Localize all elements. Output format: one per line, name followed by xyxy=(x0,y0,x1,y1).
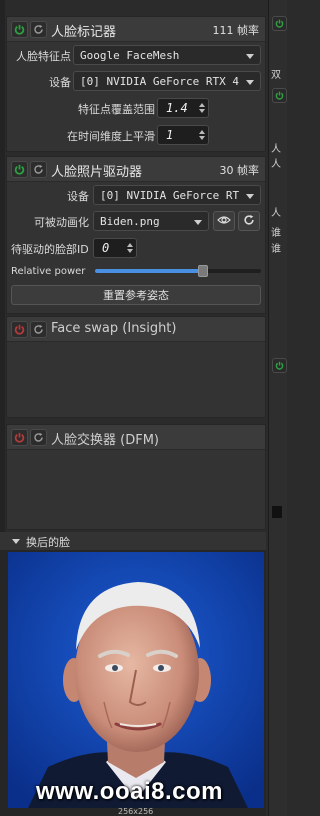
device-select[interactable]: [0] NVIDIA GeForce RTX 4 xyxy=(73,71,261,91)
face-swap-dfm-panel: 人脸交换器 (DFM) xyxy=(6,424,266,530)
power-button[interactable] xyxy=(11,21,28,38)
panel-title: 人脸标记器 xyxy=(51,25,117,40)
smoothing-spinbox[interactable]: 1 xyxy=(157,125,209,145)
panel-title: Face swap (Insight) xyxy=(51,321,177,336)
reload-button[interactable] xyxy=(30,321,47,338)
power-button[interactable] xyxy=(11,161,28,178)
coverage-value: 1.4 xyxy=(166,101,188,115)
right-strip-text-2: 人 xyxy=(271,144,281,155)
device-value: [0] NVIDIA GeForce RT xyxy=(100,189,240,202)
reload-animatable-button[interactable] xyxy=(238,211,260,231)
relative-power-label: Relative power xyxy=(11,266,86,277)
spin-down-icon[interactable] xyxy=(199,136,205,140)
power-on-icon xyxy=(14,24,25,35)
landmarks-select[interactable]: Google FaceMesh xyxy=(73,45,261,65)
landmarks-label: 人脸特征点 xyxy=(16,50,71,63)
collapse-arrow-icon[interactable] xyxy=(12,539,20,544)
spin-down-icon[interactable] xyxy=(127,249,133,253)
face-swap-dfm-header: 人脸交换器 (DFM) xyxy=(7,425,265,450)
right-strip-text-1: 双 xyxy=(271,70,281,81)
slider-handle[interactable] xyxy=(197,265,208,277)
face-id-spinbox[interactable]: 0 xyxy=(93,238,137,258)
refresh-icon xyxy=(243,214,255,229)
face-animator-header: 人脸照片驱动器 30 帧率 xyxy=(7,157,265,182)
right-strip-text-5: 谁 xyxy=(271,228,281,239)
fps-indicator: 111 帧率 xyxy=(212,24,260,37)
power-button[interactable] xyxy=(11,429,28,446)
right-strip-text-6: 谁 xyxy=(271,244,281,255)
power-button[interactable] xyxy=(11,321,28,338)
face-marker-panel: 人脸标记器 111 帧率 人脸特征点 Google FaceMesh 设备 [0… xyxy=(6,16,266,152)
spin-up-icon[interactable] xyxy=(199,103,205,107)
panel-title: 人脸照片驱动器 xyxy=(51,165,143,180)
smoothing-label: 在时间维度上平滑 xyxy=(67,130,155,143)
reload-button[interactable] xyxy=(30,161,47,178)
watermark-text: www.ooai8.com xyxy=(36,778,223,805)
animatable-label: 可被动画化 xyxy=(34,216,89,229)
chevron-down-icon xyxy=(246,194,254,199)
right-strip-text-4: 人 xyxy=(271,208,281,219)
spin-up-icon[interactable] xyxy=(127,243,133,247)
face-swap-insight-header: Face swap (Insight) xyxy=(7,317,265,342)
fps-indicator: 30 帧率 xyxy=(219,164,260,177)
face-id-label: 待驱动的脸部ID xyxy=(11,243,89,256)
right-power-icon-3[interactable] xyxy=(272,358,287,373)
spin-down-icon[interactable] xyxy=(199,109,205,113)
smoothing-value: 1 xyxy=(166,128,174,142)
swapped-face-panel: 换后的脸 256x256 xyxy=(0,532,266,816)
right-side-panel-clipped xyxy=(268,0,287,816)
device-label: 设备 xyxy=(67,190,89,203)
slider-fill xyxy=(95,269,203,273)
power-on-icon xyxy=(14,164,25,175)
swapped-face-image xyxy=(8,552,264,808)
reload-button[interactable] xyxy=(30,429,47,446)
refresh-icon xyxy=(33,432,44,443)
face-id-value: 0 xyxy=(102,241,110,255)
refresh-icon xyxy=(33,164,44,175)
face-swap-insight-panel: Face swap (Insight) xyxy=(6,316,266,418)
device-label: 设备 xyxy=(49,76,71,89)
coverage-label: 特征点覆盖范围 xyxy=(78,103,155,116)
right-strip-dark-square xyxy=(272,506,282,518)
reload-button[interactable] xyxy=(30,21,47,38)
chevron-down-icon xyxy=(194,220,202,225)
image-size-label: 256x256 xyxy=(118,807,154,816)
chevron-down-icon xyxy=(246,80,254,85)
reset-reference-pose-button[interactable]: 重置参考姿态 xyxy=(11,285,261,305)
right-power-icon-2[interactable] xyxy=(272,88,287,103)
landmarks-value: Google FaceMesh xyxy=(80,49,180,62)
refresh-icon xyxy=(33,24,44,35)
swapped-face-header[interactable]: 换后的脸 xyxy=(0,532,266,550)
animatable-value: Biden.png xyxy=(100,215,160,228)
panel-title: 人脸交换器 (DFM) xyxy=(51,433,159,448)
power-off-icon xyxy=(14,324,25,335)
refresh-icon xyxy=(33,324,44,335)
right-power-icon-top[interactable] xyxy=(272,16,287,31)
preview-button[interactable] xyxy=(213,211,235,231)
coverage-spinbox[interactable]: 1.4 xyxy=(157,98,209,118)
relative-power-slider[interactable] xyxy=(95,265,261,277)
face-marker-header: 人脸标记器 111 帧率 xyxy=(7,17,265,42)
swapped-face-title: 换后的脸 xyxy=(26,536,70,549)
eye-icon xyxy=(217,215,231,228)
device-value: [0] NVIDIA GeForce RTX 4 xyxy=(80,75,239,88)
right-strip-text-3: 人 xyxy=(271,159,281,170)
chevron-down-icon xyxy=(246,54,254,59)
device-select[interactable]: [0] NVIDIA GeForce RT xyxy=(93,185,261,205)
spin-up-icon[interactable] xyxy=(199,130,205,134)
face-animator-panel: 人脸照片驱动器 30 帧率 设备 [0] NVIDIA GeForce RT 可… xyxy=(6,156,266,314)
power-off-icon xyxy=(14,432,25,443)
animatable-select[interactable]: Biden.png xyxy=(93,211,209,231)
